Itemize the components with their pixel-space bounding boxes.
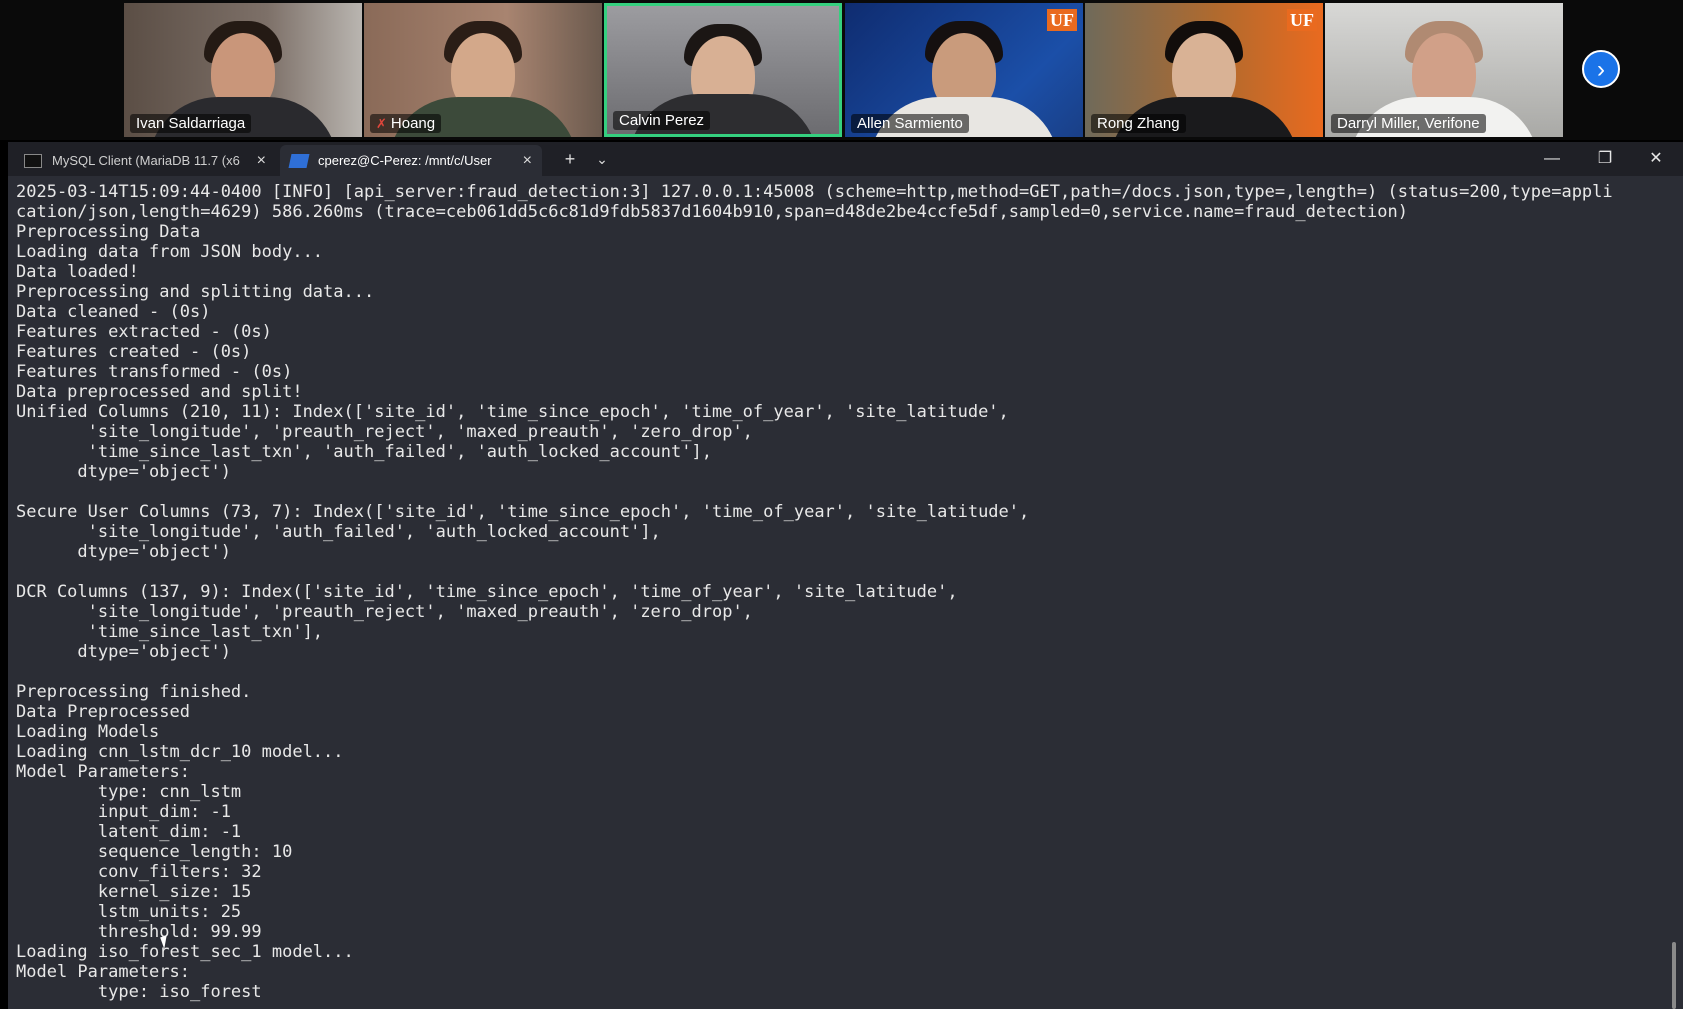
participant-tile-ivan[interactable]: Ivan Saldarriaga: [124, 3, 362, 137]
next-page-button[interactable]: ›: [1582, 50, 1620, 88]
terminal-line: Features extracted - (0s): [16, 322, 272, 342]
participant-name: Rong Zhang: [1091, 114, 1186, 133]
terminal-line: Preprocessing Data: [16, 222, 201, 242]
participant-name: Calvin Perez: [613, 111, 711, 130]
participant-tile-darryl[interactable]: Darryl Miller, Verifone: [1325, 3, 1563, 137]
terminal-line: Data loaded!: [16, 262, 139, 282]
close-window-button[interactable]: ✕: [1633, 142, 1679, 176]
terminal-line: Loading cnn_lstm_dcr_10 model...: [16, 742, 344, 762]
terminal-line: Loading Models: [16, 722, 160, 742]
terminal-line: latent_dim: -1: [16, 822, 242, 842]
terminal-line: type: cnn_lstm: [16, 782, 242, 802]
participant-tile-allen[interactable]: UF Allen Sarmiento: [845, 3, 1083, 137]
participant-name: Ivan Saldarriaga: [130, 114, 252, 133]
terminal-line: 'site_longitude', 'preauth_reject', 'max…: [16, 422, 753, 442]
mic-off-icon: ✗: [376, 116, 387, 131]
tab-dropdown-button[interactable]: ⌄: [588, 145, 616, 173]
terminal-line: Loading data from JSON body...: [16, 242, 324, 262]
new-tab-button[interactable]: +: [556, 145, 584, 173]
uf-logo: UF: [1287, 9, 1317, 31]
minimize-button[interactable]: —: [1529, 142, 1575, 176]
terminal-line: dtype='object'): [16, 642, 231, 662]
terminal-line: Data cleaned - (0s): [16, 302, 211, 322]
terminal-line: Preprocessing and splitting data...: [16, 282, 375, 302]
participant-tile-hoang[interactable]: ✗ Hoang: [364, 3, 602, 137]
chevron-right-icon: ›: [1597, 56, 1605, 83]
terminal-line: input_dim: -1: [16, 802, 231, 822]
participant-tile-rong[interactable]: UF Rong Zhang: [1085, 3, 1323, 137]
restore-button[interactable]: ❐: [1582, 142, 1628, 176]
terminal-line: kernel_size: 15: [16, 882, 252, 902]
tab-bar: MySQL Client (MariaDB 11.7 (x6 × cperez@…: [8, 142, 1683, 176]
terminal-line: conv_filters: 32: [16, 862, 262, 882]
terminal-line: dtype='object'): [16, 462, 231, 482]
video-gallery: Ivan Saldarriaga ✗ Hoang Calvin Perez UF …: [0, 0, 1683, 140]
terminal-line: sequence_length: 10: [16, 842, 293, 862]
terminal-scrollbar[interactable]: [1672, 942, 1676, 1009]
terminal-line: DCR Columns (137, 9): Index(['site_id', …: [16, 582, 958, 602]
close-icon[interactable]: ×: [523, 152, 532, 170]
participant-name: Allen Sarmiento: [851, 114, 969, 133]
terminal-line: lstm_units: 25: [16, 902, 242, 922]
chevron-down-icon: ⌄: [596, 151, 608, 167]
terminal-line: Features created - (0s): [16, 342, 252, 362]
terminal-line: 'site_longitude', 'preauth_reject', 'max…: [16, 602, 753, 622]
tab-mysql-client[interactable]: MySQL Client (MariaDB 11.7 (x6 ×: [14, 145, 276, 176]
terminal-line: 'time_since_last_txn', 'auth_failed', 'a…: [16, 442, 712, 462]
terminal-line: Features transformed - (0s): [16, 362, 293, 382]
terminal-line: dtype='object'): [16, 542, 231, 562]
participant-name: Darryl Miller, Verifone: [1331, 114, 1486, 133]
tab-powershell[interactable]: cperez@C-Perez: /mnt/c/User ×: [280, 145, 542, 176]
terminal-line: type: iso_forest: [16, 982, 262, 1002]
terminal-line: Preprocessing finished.: [16, 682, 252, 702]
terminal-line: Unified Columns (210, 11): Index(['site_…: [16, 402, 1009, 422]
terminal-line: Secure User Columns (73, 7): Index(['sit…: [16, 502, 1030, 522]
terminal-line: Model Parameters:: [16, 762, 190, 782]
terminal-line: 'site_longitude', 'auth_failed', 'auth_l…: [16, 522, 661, 542]
terminal-window: MySQL Client (MariaDB 11.7 (x6 × cperez@…: [8, 142, 1683, 1009]
close-icon[interactable]: ×: [257, 152, 266, 170]
terminal-line: Loading iso_forest_sec_1 model...: [16, 942, 354, 962]
terminal-line: 2025-03-14T15:09:44-0400 [INFO] [api_ser…: [16, 182, 1613, 202]
participant-name: ✗ Hoang: [370, 114, 442, 133]
powershell-icon: [288, 153, 310, 168]
terminal-line: threshold: 99.99: [16, 922, 262, 942]
uf-logo: UF: [1047, 9, 1077, 31]
terminal-line: cation/json,length=4629) 586.260ms (trac…: [16, 202, 1408, 222]
terminal-line: Model Parameters:: [16, 962, 190, 982]
terminal-line: 'time_since_last_txn'],: [16, 622, 324, 642]
terminal-line: Data Preprocessed: [16, 702, 190, 722]
cmd-icon: [24, 153, 42, 168]
terminal-output[interactable]: 2025-03-14T15:09:44-0400 [INFO] [api_ser…: [16, 182, 1671, 1009]
participant-tile-calvin[interactable]: Calvin Perez: [604, 3, 842, 137]
terminal-line: Data preprocessed and split!: [16, 382, 303, 402]
